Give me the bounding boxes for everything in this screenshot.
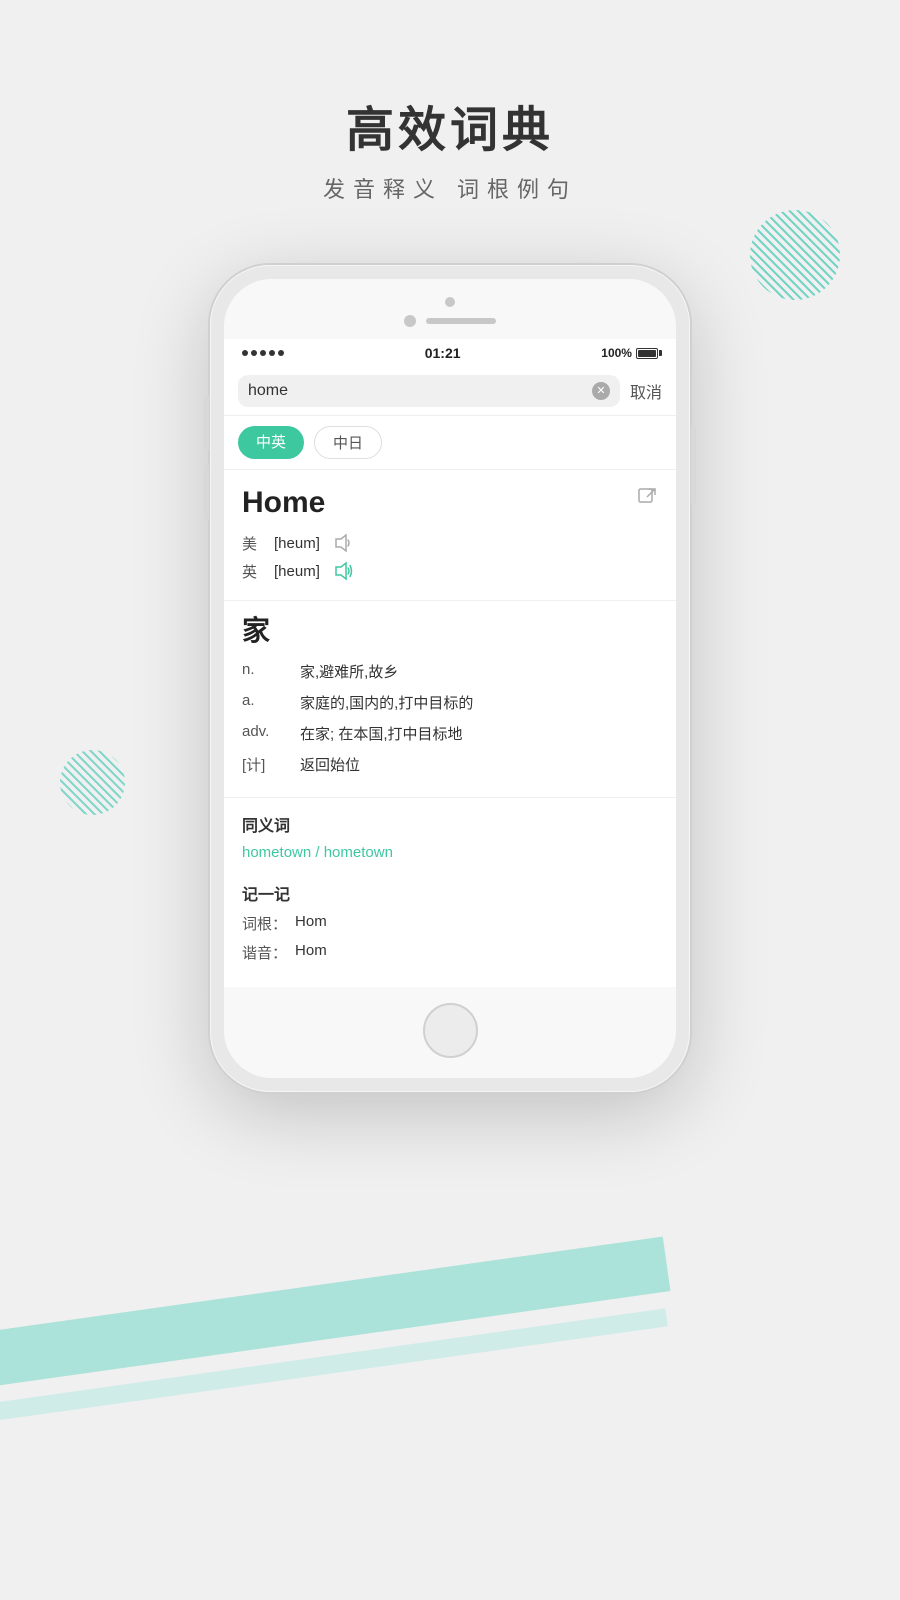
status-time: 01:21: [425, 345, 461, 361]
phonetic-us-label: 美: [242, 533, 262, 554]
definitions-section: n. 家,避难所,故乡 a. 家庭的,国内的,打中目标的 adv. 在家; 在本…: [224, 653, 676, 797]
status-bar: 01:21 100%: [224, 339, 676, 367]
chinese-word-section: 家: [224, 600, 676, 653]
sound-us-icon[interactable]: [332, 532, 354, 554]
phone-speaker-dot: [404, 315, 416, 327]
battery-icon: [636, 348, 658, 359]
def-pos-n: n.: [242, 661, 284, 678]
search-cancel-button[interactable]: 取消: [630, 379, 662, 403]
status-signal: [242, 350, 284, 356]
phonetic-uk-text: [heum]: [274, 563, 320, 580]
page-header: 高效词典 发音释义 词根例句: [0, 90, 900, 204]
memory-root-value: Hom: [295, 913, 327, 934]
phone-outer: 01:21 100% home ✕ 取消: [210, 265, 690, 1092]
deco-circle-right: [750, 210, 840, 300]
battery-fill: [638, 350, 656, 357]
tab-bar: 中英 中日: [224, 416, 676, 470]
sound-uk-icon[interactable]: [332, 560, 354, 582]
search-clear-button[interactable]: ✕: [592, 382, 610, 400]
def-text-n: 家,避难所,故乡: [300, 661, 658, 682]
home-button[interactable]: [423, 1003, 478, 1058]
memory-root-row: 词根： Hom: [242, 913, 658, 934]
synonyms-title: 同义词: [242, 812, 658, 836]
battery-pct: 100%: [601, 346, 632, 360]
def-pos-comp: [计]: [242, 754, 284, 775]
page-title: 高效词典: [0, 90, 900, 160]
memory-sound-row: 谐音： Hom: [242, 942, 658, 963]
synonym-links[interactable]: hometown / hometown: [242, 844, 658, 861]
memory-section: 记一记 词根： Hom 谐音： Hom: [224, 875, 676, 987]
phonetic-uk-label: 英: [242, 561, 262, 582]
def-pos-adv: adv.: [242, 723, 284, 740]
phonetics-section: 美 [heum] 英 [heum]: [224, 528, 676, 600]
def-row-comp: [计] 返回始位: [242, 754, 658, 775]
page-subtitle: 发音释义 词根例句: [0, 172, 900, 204]
phone-home-area: [224, 987, 676, 1078]
memory-root-label: 词根：: [242, 913, 287, 934]
def-row-n: n. 家,避难所,故乡: [242, 661, 658, 682]
def-text-a: 家庭的,国内的,打中目标的: [300, 692, 658, 713]
def-row-a: a. 家庭的,国内的,打中目标的: [242, 692, 658, 713]
phone-inner: 01:21 100% home ✕ 取消: [224, 279, 676, 1078]
phone-speaker-area: [404, 315, 496, 327]
status-battery: 100%: [601, 346, 658, 360]
phonetic-uk: 英 [heum]: [242, 560, 658, 582]
search-bar: home ✕ 取消: [224, 367, 676, 416]
phone-btn-left2: [204, 465, 209, 520]
def-text-comp: 返回始位: [300, 754, 658, 775]
def-text-adv: 在家; 在本国,打中目标地: [300, 723, 658, 744]
tab-chinese-english[interactable]: 中英: [238, 426, 304, 459]
word-title: Home: [242, 486, 325, 520]
phone-top: [224, 279, 676, 339]
search-input-wrapper[interactable]: home ✕: [238, 375, 620, 407]
memory-sound-value: Hom: [295, 942, 327, 963]
phone-mockup: 01:21 100% home ✕ 取消: [210, 265, 690, 1092]
phone-btn-left: [204, 395, 209, 450]
search-query: home: [248, 382, 586, 400]
memory-sound-label: 谐音：: [242, 942, 287, 963]
phonetic-us: 美 [heum]: [242, 532, 658, 554]
tab-chinese-japanese[interactable]: 中日: [314, 426, 382, 459]
def-row-adv: adv. 在家; 在本国,打中目标地: [242, 723, 658, 744]
phone-btn-right: [691, 425, 696, 505]
memory-title: 记一记: [242, 881, 658, 905]
chinese-head: 家: [242, 609, 658, 649]
content-area: Home 美 [heum]: [224, 470, 676, 987]
word-header: Home: [224, 470, 676, 528]
def-pos-a: a.: [242, 692, 284, 709]
phone-camera: [445, 297, 455, 307]
phonetic-us-text: [heum]: [274, 535, 320, 552]
synonyms-section: 同义词 hometown / hometown: [224, 797, 676, 875]
phone-speaker: [426, 318, 496, 324]
share-icon[interactable]: [636, 486, 658, 508]
deco-circle-left: [60, 750, 125, 815]
